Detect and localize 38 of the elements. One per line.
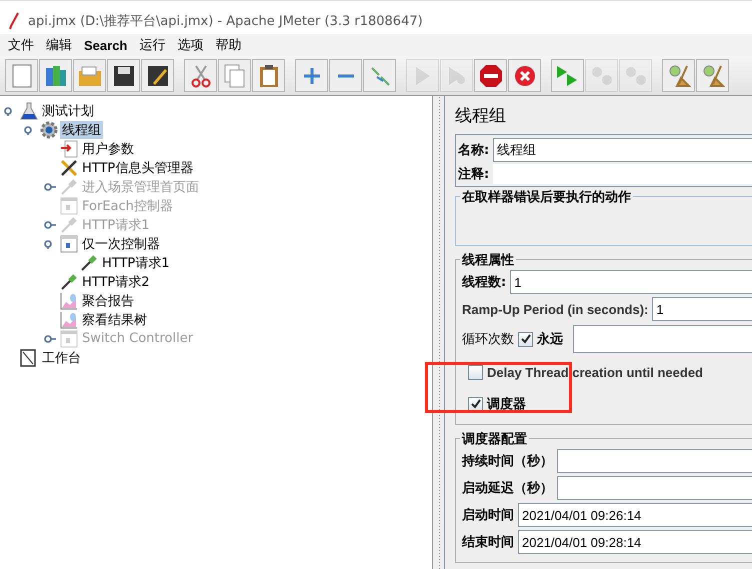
field-label: 启动时间 [462, 506, 514, 524]
tree-item[interactable]: HTTP请求1 [100, 254, 172, 272]
group-title: 在取样器错误后要执行的动作 [460, 188, 633, 206]
menu-item[interactable]: 选项 [171, 36, 210, 54]
menu-item[interactable]: 运行 [133, 36, 172, 54]
field-label: Ramp-Up Period (in seconds): [462, 302, 648, 316]
menu-item[interactable]: 帮助 [209, 36, 248, 54]
field-label: 循环次数 [462, 331, 514, 348]
tree-item[interactable]: 仅一次控制器 [80, 234, 162, 252]
tree-item[interactable]: 聚合报告 [80, 292, 136, 310]
tree-item[interactable]: 测试计划 [40, 102, 96, 120]
field-label: 名称: [458, 142, 490, 158]
name-field[interactable]: 线程组 [493, 138, 752, 162]
tree-item[interactable]: HTTP请求2 [80, 272, 152, 290]
field-label: 结束时间 [462, 534, 514, 551]
tree-item[interactable]: HTTP信息头管理器 [80, 158, 196, 176]
ramp-up-field[interactable]: 1 [652, 297, 752, 321]
menu-item[interactable]: 编辑 [40, 36, 78, 54]
checkbox-label: 永远 [537, 330, 563, 348]
tree-item[interactable]: 察看结果树 [80, 310, 149, 328]
field-label: 线程数: [462, 274, 506, 291]
time-field[interactable]: 2021/04/01 09:28:14 [518, 530, 752, 554]
menu-item[interactable]: Search [78, 38, 134, 52]
tree-item[interactable]: 工作台 [40, 348, 83, 366]
menu-item[interactable]: 文件 [2, 36, 40, 54]
time-field[interactable]: 2021/04/01 09:26:14 [518, 503, 752, 527]
group-title: 调度器配置 [460, 430, 529, 448]
tree-item[interactable]: 用户参数 [80, 140, 136, 158]
checkbox-label: Delay Thread creation until needed [487, 364, 703, 380]
window-title: api.jmx (D:\推荐平台\api.jmx) - Apache JMeter (3.3 r1808647) [28, 12, 423, 30]
field-label: 注释: [458, 166, 490, 183]
tree-item[interactable]: 线程组 [60, 120, 103, 138]
panel-title: 线程组 [455, 105, 507, 127]
checkbox-label: 调度器 [487, 396, 526, 413]
group-title: 线程属性 [460, 251, 516, 269]
field-label: 启动延迟（秒） [462, 480, 553, 497]
threads-field[interactable]: 1 [510, 270, 752, 294]
field-label: 持续时间（秒） [462, 453, 553, 470]
